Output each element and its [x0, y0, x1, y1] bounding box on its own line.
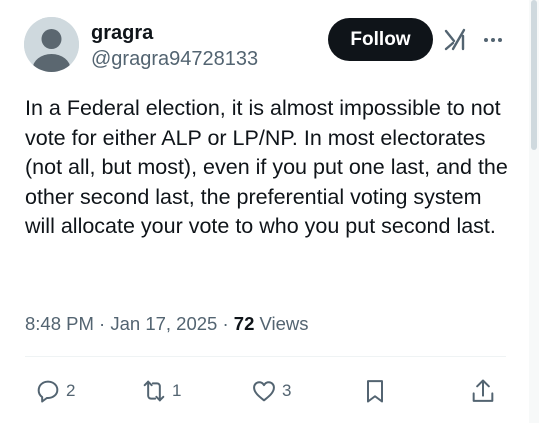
like-button[interactable]: 3 [250, 376, 291, 406]
tweet-text: In a Federal election, it is almost impo… [25, 96, 508, 238]
meta-separator: · [99, 313, 106, 334]
share-button[interactable] [469, 376, 497, 406]
like-count: 3 [282, 381, 292, 400]
follow-button[interactable]: Follow [328, 18, 433, 61]
bookmark-icon [367, 380, 383, 403]
reply-icon [37, 380, 59, 403]
grok-icon[interactable] [443, 28, 467, 52]
author-name[interactable]: gragra [91, 21, 153, 45]
repost-count: 1 [172, 381, 182, 400]
scrollbar[interactable] [529, 0, 539, 423]
reply-button[interactable]: 2 [34, 376, 75, 406]
more-icon[interactable] [481, 28, 505, 52]
tweet-time[interactable]: 8:48 PM [25, 313, 94, 334]
bookmark-button[interactable] [361, 376, 389, 406]
scrollbar-thumb[interactable] [531, 0, 537, 150]
heart-icon [253, 381, 275, 402]
tweet-date[interactable]: Jan 17, 2025 [110, 313, 217, 334]
meta-separator: · [222, 313, 229, 334]
author-handle[interactable]: @gragra94728133 [91, 47, 258, 71]
divider [25, 356, 506, 357]
avatar[interactable] [24, 17, 79, 72]
reply-count: 2 [66, 381, 76, 400]
repost-icon [143, 380, 165, 402]
views-label: Views [259, 313, 309, 334]
share-icon [472, 379, 494, 402]
tweet-view: gragra @gragra94728133 Follow In a Feder… [0, 0, 539, 423]
tweet-meta: 8:48 PM · Jan 17, 2025 · 72 Views [25, 312, 309, 336]
default-avatar-icon [24, 17, 79, 72]
views-count: 72 [233, 313, 255, 334]
repost-button[interactable]: 1 [140, 376, 181, 406]
